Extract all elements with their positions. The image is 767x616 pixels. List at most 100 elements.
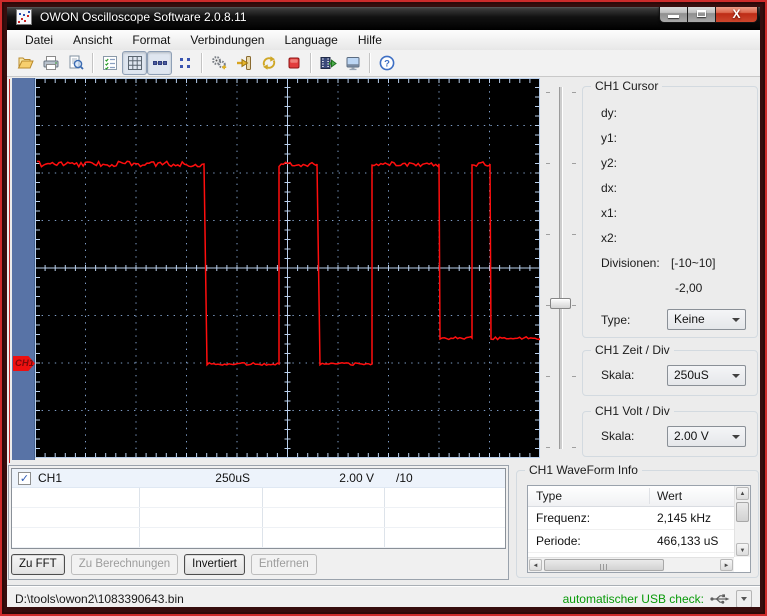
- print-preview-icon: [67, 54, 85, 72]
- divisions-range: [-10~10]: [671, 256, 715, 270]
- divisions-value: -2,00: [583, 276, 757, 301]
- cursor-type-value: Keine: [674, 312, 705, 326]
- window-title: OWON Oscilloscope Software 2.0.8.11: [40, 10, 247, 24]
- waveform-info-table: Type Wert Frequenz: 2,145 kHz Periode: 4…: [527, 485, 751, 573]
- ch1-cursor-group: CH1 Cursor dy: y1: y2: dx: x1: x2: Divis…: [582, 86, 758, 338]
- scroll-up-button[interactable]: ▲: [736, 487, 749, 500]
- open-folder-icon: [17, 54, 35, 72]
- menu-item-format[interactable]: Format: [122, 31, 180, 49]
- cursor-field-x2: x2:: [583, 226, 757, 251]
- info-value: 466,133 uS: [649, 530, 718, 553]
- cursor-field-dy: dy:: [583, 101, 757, 126]
- vertical-scrollbar: ▲ ▼: [734, 486, 750, 557]
- scroll-thumb[interactable]: [544, 559, 664, 571]
- minimize-icon: [668, 15, 679, 18]
- file-path: D:\tools\owon2\1083390643.bin: [15, 592, 184, 606]
- menu-item-language[interactable]: Language: [274, 31, 347, 49]
- channel-volt: 2.00 V: [262, 469, 374, 488]
- scope-left-accent: [9, 79, 10, 463]
- ch1-cursor-title: CH1 Cursor: [591, 79, 662, 93]
- menu-item-verbindungen[interactable]: Verbindungen: [180, 31, 274, 49]
- scroll-left-button[interactable]: ◄: [529, 559, 542, 571]
- divisions-label: Divisionen:: [601, 256, 660, 270]
- channel-checkbox[interactable]: ✓: [18, 472, 31, 485]
- grid-toggle-button[interactable]: [122, 51, 147, 75]
- calculations-button[interactable]: Zu Berechnungen: [71, 554, 178, 575]
- volt-scale-label: Skala:: [601, 429, 634, 443]
- empty-row: [12, 529, 505, 548]
- toolbar-separator: [369, 53, 370, 73]
- info-type: Frequenz:: [528, 507, 590, 530]
- toolbar-separator: [201, 53, 202, 73]
- stop-button[interactable]: [281, 51, 306, 75]
- screen-capture-button[interactable]: [340, 51, 365, 75]
- toolbar: ?: [7, 50, 762, 77]
- channel-row-ch1[interactable]: ✓ CH1 250uS 2.00 V /10: [12, 469, 505, 488]
- slider-track[interactable]: [559, 87, 562, 449]
- title-bar[interactable]: OWON Oscilloscope Software 2.0.8.11 X: [7, 4, 762, 30]
- horizontal-scrollbar: ◄ ►: [528, 557, 734, 572]
- ch1-time-div-group: CH1 Zeit / Div Skala: 250uS: [582, 350, 758, 396]
- volt-scale-select[interactable]: 2.00 V: [667, 426, 746, 447]
- channel-actions: Zu FFT Zu Berechnungen Invertiert Entfer…: [11, 554, 317, 575]
- info-value: 2,145 kHz: [649, 507, 711, 530]
- app-icon: [16, 9, 32, 25]
- grid-icon: [126, 54, 144, 72]
- open-file-button[interactable]: [13, 51, 38, 75]
- settings-button[interactable]: [206, 51, 231, 75]
- printer-icon: [42, 54, 60, 72]
- scope-plot[interactable]: [35, 78, 540, 458]
- print-preview-button[interactable]: [63, 51, 88, 75]
- volt-scale-value: 2.00 V: [674, 429, 709, 443]
- menu-item-datei[interactable]: Datei: [15, 31, 63, 49]
- export-video-button[interactable]: [315, 51, 340, 75]
- channel-ruler: CH1: [12, 78, 35, 460]
- dots-line-toggle-button[interactable]: [147, 51, 172, 75]
- help-icon: ?: [378, 54, 396, 72]
- maximize-button[interactable]: [688, 4, 716, 23]
- usb-check-dropdown[interactable]: [736, 590, 752, 608]
- info-row-periode: Periode: 466,133 uS: [528, 530, 734, 553]
- channel-panel: ✓ CH1 250uS 2.00 V /10 Zu FFT Zu Berechn…: [8, 465, 509, 580]
- minimize-button[interactable]: [660, 4, 688, 23]
- empty-row: [12, 489, 505, 508]
- import-data-button[interactable]: [231, 51, 256, 75]
- waveform-info-header: Type Wert: [528, 486, 734, 507]
- maximize-icon: [697, 10, 706, 17]
- refresh-icon: [260, 54, 278, 72]
- toolbar-separator: [92, 53, 93, 73]
- vertical-position-slider: [546, 82, 576, 454]
- close-button[interactable]: X: [716, 4, 757, 23]
- time-scale-label: Skala:: [601, 368, 634, 382]
- time-scale-select[interactable]: 250uS: [667, 365, 746, 386]
- refresh-button[interactable]: [256, 51, 281, 75]
- import-icon: [235, 54, 253, 72]
- scroll-right-button[interactable]: ►: [720, 559, 733, 571]
- volt-div-title: CH1 Volt / Div: [591, 404, 674, 418]
- chevron-down-icon: [741, 597, 747, 601]
- remove-button[interactable]: Entfernen: [251, 554, 317, 575]
- chevron-down-icon: [732, 374, 740, 378]
- scroll-down-button[interactable]: ▼: [736, 543, 749, 556]
- help-button[interactable]: ?: [374, 51, 399, 75]
- thumb-grip: [600, 564, 609, 570]
- slider-thumb[interactable]: [550, 298, 571, 309]
- channel-list-button[interactable]: [97, 51, 122, 75]
- slider-ticks-left: [546, 92, 550, 448]
- channel-probe: /10: [396, 469, 413, 488]
- menu-item-hilfe[interactable]: Hilfe: [348, 31, 392, 49]
- ch1-marker[interactable]: CH1: [13, 356, 35, 371]
- chevron-down-icon: [732, 318, 740, 322]
- fft-button[interactable]: Zu FFT: [11, 554, 65, 575]
- channel-name: CH1: [38, 469, 62, 488]
- menu-item-ansicht[interactable]: Ansicht: [63, 31, 122, 49]
- invert-button[interactable]: Invertiert: [184, 554, 245, 575]
- waveform-info-title: CH1 WaveForm Info: [525, 463, 642, 477]
- svg-text:?: ?: [384, 58, 390, 69]
- cursor-type-select[interactable]: Keine: [667, 309, 746, 330]
- scroll-thumb[interactable]: [736, 502, 749, 522]
- print-button[interactable]: [38, 51, 63, 75]
- film-export-icon: [319, 54, 337, 72]
- app-window: OWON Oscilloscope Software 2.0.8.11 X Da…: [0, 0, 767, 616]
- points-button[interactable]: [172, 51, 197, 75]
